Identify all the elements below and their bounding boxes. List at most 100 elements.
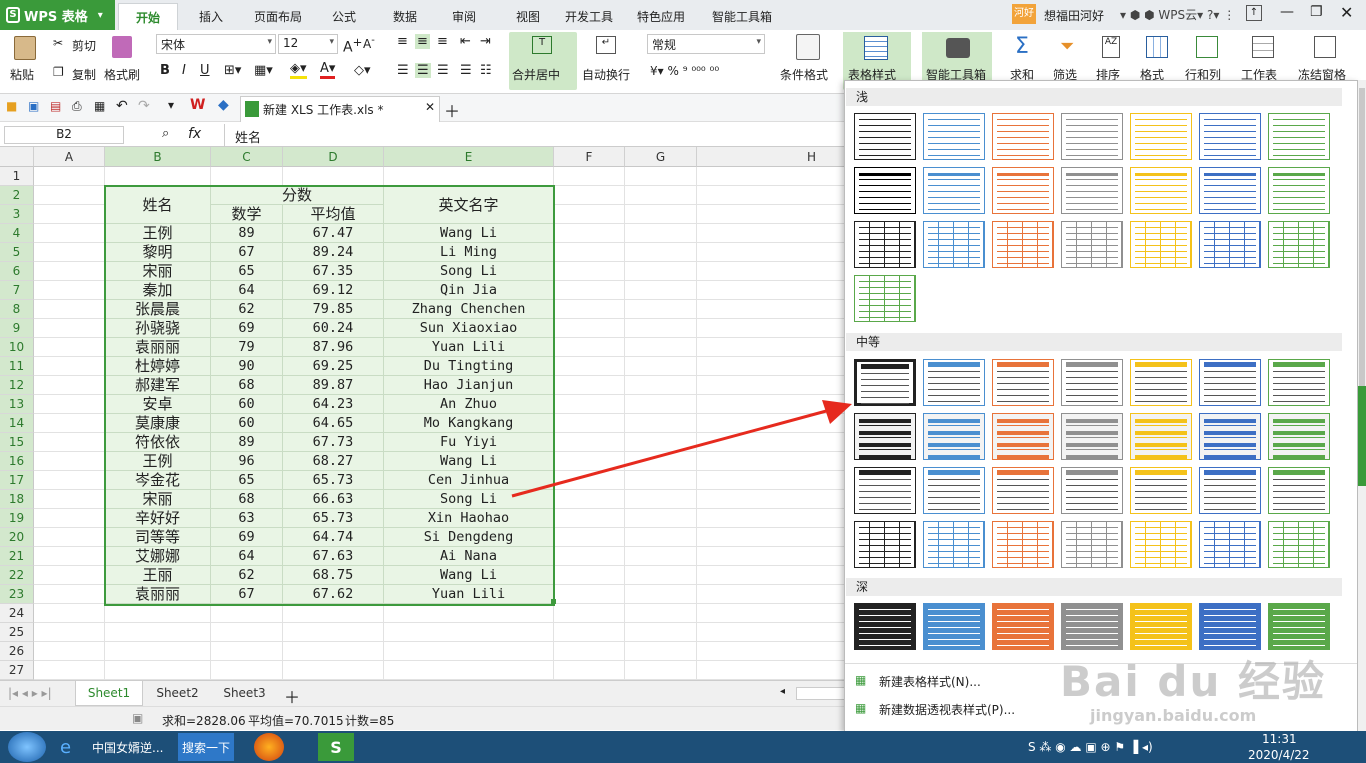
table-style-dark-1[interactable] [923,603,985,650]
table-cell-name[interactable]: 辛好好 [105,509,211,528]
table-cell-average[interactable]: 65.73 [283,471,384,490]
cell[interactable] [625,262,697,281]
row-header-1[interactable]: 1 [0,167,34,186]
cell[interactable] [625,604,697,623]
fill-color-icon[interactable]: ◈▾ [290,61,307,79]
cell[interactable] [697,357,848,376]
cell[interactable] [211,623,283,642]
underline-icon[interactable]: U [200,63,210,78]
cell[interactable] [34,338,105,357]
close-tab-icon[interactable]: ✕ [425,100,435,114]
cell[interactable] [697,262,848,281]
cell[interactable] [34,471,105,490]
save-icon[interactable]: ▣ [28,99,39,113]
cell[interactable] [625,186,697,205]
table-style-medium-grid-5[interactable] [1199,521,1261,568]
cell[interactable] [34,585,105,604]
table-style-light-6[interactable] [1268,113,1330,160]
table-cell-average[interactable]: 89.24 [283,243,384,262]
cell[interactable] [105,167,211,186]
table-cell-name[interactable]: 安卓 [105,395,211,414]
align-center-icon[interactable]: ☰ [415,63,431,78]
cell[interactable] [625,585,697,604]
table-cell-average[interactable]: 68.27 [283,452,384,471]
table-cell-name[interactable]: 张晨晨 [105,300,211,319]
row-header-25[interactable]: 25 [0,623,34,642]
table-cell-name[interactable]: 袁丽丽 [105,338,211,357]
table-cell-math[interactable]: 90 [211,357,283,376]
open-folder-icon[interactable]: ■ [6,99,17,113]
italic-icon[interactable]: I [182,63,186,78]
row-header-16[interactable]: 16 [0,452,34,471]
table-style-medium-0[interactable] [854,359,916,406]
cell[interactable] [554,167,625,186]
column-header-D[interactable]: D [283,147,384,167]
table-cell-average[interactable]: 67.63 [283,547,384,566]
cell[interactable] [625,661,697,680]
table-style-medium-4[interactable] [1130,359,1192,406]
table-style-dark-4[interactable] [1130,603,1192,650]
cell[interactable] [554,281,625,300]
formula-input[interactable]: 姓名 [224,124,844,146]
column-header-H[interactable]: H [697,147,848,167]
table-cell-math[interactable]: 62 [211,566,283,585]
row-header-7[interactable]: 7 [0,281,34,300]
distribute-icon[interactable]: ☷ [480,63,492,78]
header-average[interactable]: 平均值 [283,205,384,224]
table-cell-name[interactable]: 王例 [105,224,211,243]
indent-decrease-icon[interactable]: ⇤ [460,34,471,49]
align-top-icon[interactable]: ≡ [397,34,408,49]
cell[interactable] [625,566,697,585]
user-name[interactable]: 想福田河好 [1044,7,1104,24]
cell[interactable] [625,205,697,224]
cell[interactable] [697,167,848,186]
table-cell-english[interactable]: Zhang Chenchen [384,300,554,319]
row-header-9[interactable]: 9 [0,319,34,338]
cell[interactable] [554,585,625,604]
table-cell-english[interactable]: Li Ming [384,243,554,262]
new-table-style-button[interactable]: 新建表格样式(N)... [879,673,981,690]
table-cell-english[interactable]: Yuan Lili [384,338,554,357]
row-header-15[interactable]: 15 [0,433,34,452]
table-style-light-3[interactable] [1061,113,1123,160]
clear-icon[interactable]: ◇▾ [354,63,371,78]
table-cell-math[interactable]: 64 [211,547,283,566]
cell[interactable] [105,604,211,623]
cell[interactable] [211,642,283,661]
table-cell-english[interactable]: Wang Li [384,224,554,243]
cell[interactable] [697,623,848,642]
table-style-medium-1[interactable] [923,359,985,406]
table-cell-name[interactable]: 宋丽 [105,490,211,509]
table-style-medium-band-6[interactable] [1268,413,1330,460]
table-style-medium-alt-0[interactable] [854,467,916,514]
cell[interactable] [625,281,697,300]
row-header-6[interactable]: 6 [0,262,34,281]
wrap-icon[interactable]: ↵ [596,36,616,54]
menu-tab-8[interactable]: 特色应用 [630,3,692,30]
cell[interactable] [34,642,105,661]
table-style-light-grid-extra[interactable] [854,275,916,322]
column-header-F[interactable]: F [554,147,625,167]
cell[interactable] [697,319,848,338]
table-cell-average[interactable]: 79.85 [283,300,384,319]
justify-icon[interactable]: ☰ [460,63,472,78]
format-icon[interactable] [1146,36,1168,58]
table-cell-english[interactable]: Song Li [384,262,554,281]
table-cell-average[interactable]: 67.73 [283,433,384,452]
menu-tab-6[interactable]: 视图 [508,3,548,30]
cut-button[interactable]: 剪切 [72,37,96,54]
cell[interactable] [283,642,384,661]
zoom-icon[interactable]: ⌕ [162,126,169,141]
paste-button[interactable]: 粘贴 [10,66,34,83]
cell[interactable] [34,623,105,642]
row-header-22[interactable]: 22 [0,566,34,585]
cell[interactable] [554,338,625,357]
cell[interactable] [625,547,697,566]
cell[interactable] [34,281,105,300]
cell[interactable] [34,262,105,281]
cell[interactable] [697,186,848,205]
cell[interactable] [554,186,625,205]
cell[interactable] [625,338,697,357]
column-header-C[interactable]: C [211,147,283,167]
table-cell-name[interactable]: 郝建军 [105,376,211,395]
